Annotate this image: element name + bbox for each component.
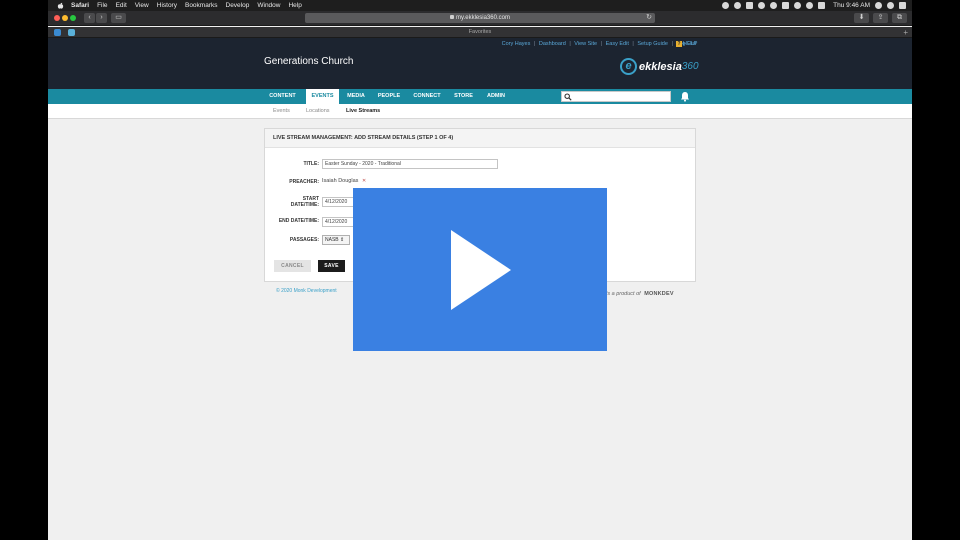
link-separator: | (632, 41, 634, 47)
brand-number: 360 (681, 61, 699, 72)
link-separator: | (533, 41, 536, 47)
easy-edit-link[interactable]: Easy Edit (606, 41, 629, 47)
battery-icon[interactable] (818, 2, 826, 9)
menubar-clock[interactable]: Thu 9:46 AM (833, 2, 870, 9)
end-date-input[interactable]: 4/12/2020 (322, 217, 354, 227)
menu-list-icon[interactable] (899, 2, 906, 9)
menu-bookmarks[interactable]: Bookmarks (185, 2, 218, 9)
church-name: Generations Church (264, 56, 354, 67)
status-icon[interactable] (722, 2, 730, 9)
nav-media[interactable]: MEDIA (342, 89, 370, 104)
subnav-events[interactable]: Events (273, 104, 290, 119)
status-icon[interactable] (770, 2, 778, 9)
nav-admin[interactable]: ADMIN (481, 89, 511, 104)
window-zoom-button[interactable] (70, 15, 76, 21)
panel-title: LIVE STREAM MANAGEMENT: ADD STREAM DETAI… (265, 129, 695, 148)
link-separator: | (671, 41, 673, 47)
window-minimize-button[interactable] (62, 15, 68, 21)
link-separator: | (569, 41, 571, 47)
search-icon (564, 93, 572, 101)
main-nav: CONTENT EVENTS MEDIA PEOPLE CONNECT STOR… (48, 89, 912, 104)
nav-content[interactable]: CONTENT (264, 89, 301, 104)
passages-version-select[interactable]: NASB ⇕ (322, 235, 350, 245)
nav-store[interactable]: STORE (449, 89, 478, 104)
search-input[interactable] (561, 91, 671, 102)
preacher-label: PREACHER: (289, 179, 319, 185)
search-icon[interactable] (875, 2, 882, 9)
share-button[interactable]: ⇪ (873, 13, 888, 23)
user-name-link[interactable]: Cory Hayes (502, 41, 531, 47)
dashboard-link[interactable]: Dashboard (539, 41, 566, 47)
nav-events[interactable]: EVENTS (306, 89, 339, 104)
menubar-status-area: Thu 9:46 AM (722, 0, 906, 11)
window-close-button[interactable] (54, 15, 60, 21)
menu-help[interactable]: Help (288, 2, 301, 9)
bell-icon[interactable] (680, 91, 690, 102)
cancel-button[interactable]: CANCEL (274, 260, 311, 272)
sub-nav: Events Locations Live Streams (48, 104, 912, 119)
end-label: END DATE/TIME: (278, 218, 319, 224)
wifi-icon[interactable] (794, 2, 802, 9)
menu-edit[interactable]: Edit (116, 2, 127, 9)
view-site-link[interactable]: View Site (574, 41, 597, 47)
preacher-value: Isaiah Douglas (322, 178, 359, 184)
menu-file[interactable]: File (97, 2, 107, 9)
subnav-locations[interactable]: Locations (306, 104, 330, 119)
lock-icon (450, 15, 455, 20)
menu-develop[interactable]: Develop (226, 2, 250, 9)
favorites-label: Favorites (468, 29, 492, 35)
status-icon[interactable] (758, 2, 766, 9)
start-label-2: DATE/TIME: (290, 202, 319, 208)
new-tab-plus-icon[interactable]: + (903, 27, 908, 38)
volume-icon[interactable] (806, 2, 814, 9)
menu-window[interactable]: Window (257, 2, 280, 9)
mac-menubar: Safari File Edit View History Bookmarks … (48, 0, 912, 11)
tabs-button[interactable]: ⧉ (892, 13, 907, 23)
menu-app-safari[interactable]: Safari (71, 2, 89, 9)
brand-name: ekklesia (639, 60, 682, 73)
status-icon[interactable] (734, 2, 742, 9)
address-bar[interactable]: my.ekklesia360.com ↻ (305, 13, 655, 23)
product-text: is a product of (604, 291, 643, 297)
menu-view[interactable]: View (135, 2, 149, 9)
back-button[interactable]: ‹ (84, 13, 95, 23)
screen-frame: Safari File Edit View History Bookmarks … (48, 0, 912, 540)
apple-icon[interactable] (56, 2, 64, 10)
favorites-bar: Favorites + (48, 27, 912, 38)
user-icon[interactable] (887, 2, 894, 9)
monkdev-logo[interactable]: MONKDEV (644, 291, 674, 297)
help-label: HELP (683, 41, 698, 47)
status-icon[interactable] (746, 2, 754, 9)
title-input[interactable]: Easter Sunday - 2020 - Traditional (322, 159, 498, 169)
site-header: Cory Hayes | Dashboard | View Site | Eas… (48, 38, 912, 89)
help-link[interactable]: ? HELP (676, 41, 697, 47)
nav-people[interactable]: PEOPLE (373, 89, 405, 104)
sidebar-toggle-button[interactable]: ▭ (111, 13, 126, 23)
nav-connect[interactable]: CONNECT (409, 89, 445, 104)
menu-history[interactable]: History (157, 2, 177, 9)
remove-preacher-icon[interactable]: ✕ (362, 178, 366, 184)
help-icon: ? (676, 41, 682, 47)
video-play-overlay[interactable] (353, 188, 607, 351)
passages-label: PASSAGES: (289, 237, 319, 243)
browser-toolbar: ‹ › ▭ my.ekklesia360.com ↻ ⬇ ⇪ ⧉ (48, 11, 912, 26)
save-button[interactable]: SAVE (318, 260, 345, 272)
title-label: TITLE: (303, 161, 319, 167)
subnav-live-streams[interactable]: Live Streams (346, 104, 380, 119)
copyright-text[interactable]: © 2020 Monk Development (276, 288, 337, 294)
ekklesia-e-icon: e (620, 58, 637, 75)
setup-guide-link[interactable]: Setup Guide (637, 41, 668, 47)
reload-icon[interactable]: ↻ (646, 13, 652, 23)
status-icon[interactable] (782, 2, 790, 9)
play-icon (451, 230, 511, 310)
forward-button[interactable]: › (96, 13, 107, 23)
downloads-button[interactable]: ⬇ (854, 13, 869, 23)
link-separator: | (600, 41, 603, 47)
account-links: Cory Hayes | Dashboard | View Site | Eas… (500, 41, 696, 47)
ekklesia-logo: e ekklesia 360 (620, 58, 699, 75)
address-url: my.ekklesia360.com (456, 15, 510, 21)
start-date-input[interactable]: 4/12/2020 (322, 197, 354, 207)
